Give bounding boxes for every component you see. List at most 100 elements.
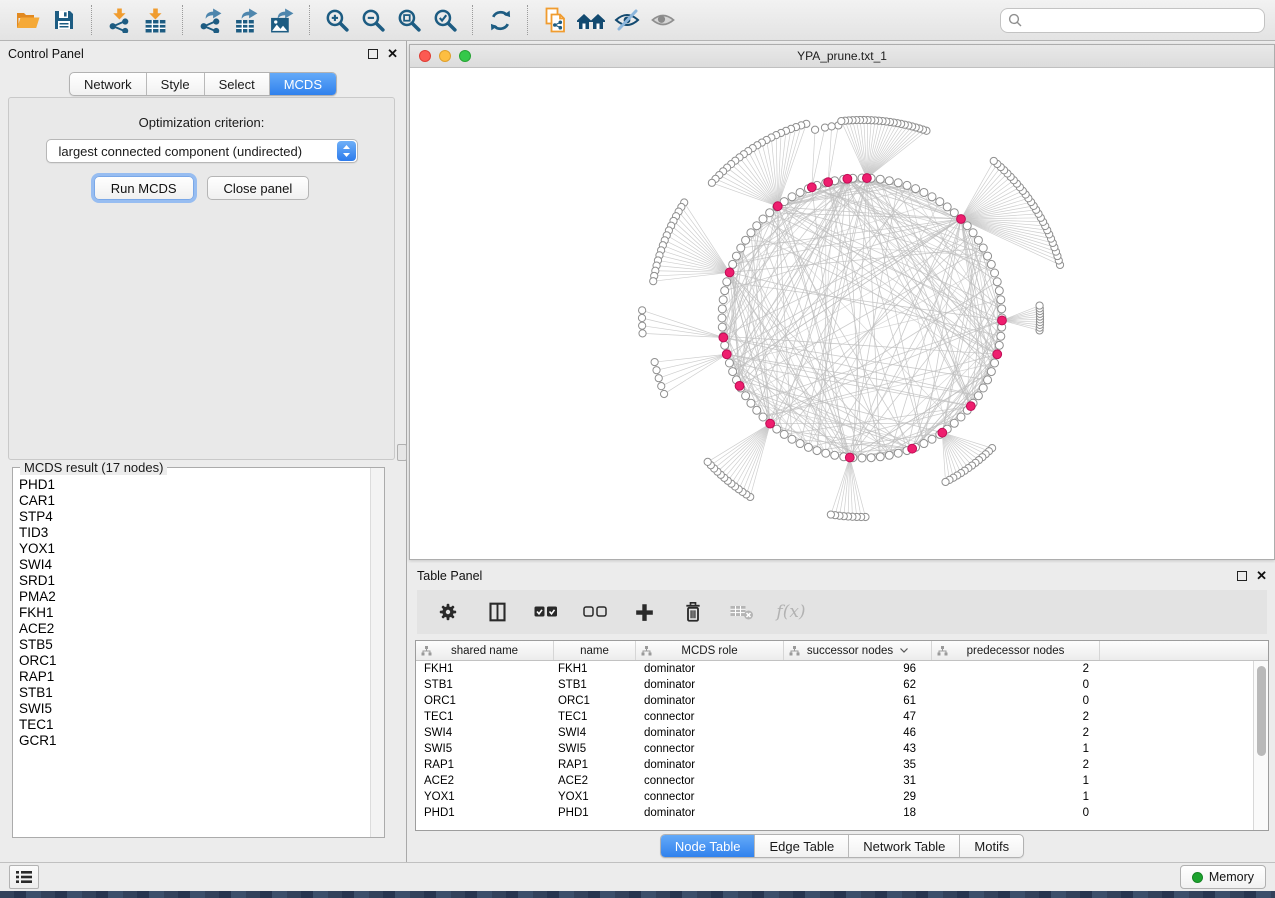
result-node-item[interactable]: RAP1 [19, 669, 364, 685]
result-node-item[interactable]: FKH1 [19, 605, 364, 621]
result-node-item[interactable]: STP4 [19, 509, 364, 525]
table-cell[interactable]: dominator [636, 725, 784, 741]
search-input[interactable] [1027, 13, 1257, 27]
result-node-item[interactable]: STB5 [19, 637, 364, 653]
table-cell[interactable]: PHD1 [554, 805, 636, 821]
close-panel-button[interactable]: Close panel [207, 176, 310, 200]
close-panel-icon[interactable]: ✕ [387, 49, 398, 59]
table-settings-button[interactable] [435, 599, 461, 625]
table-cell[interactable]: YOX1 [416, 789, 554, 805]
column-header-shared-name[interactable]: shared name [416, 641, 554, 660]
tab-motifs[interactable]: Motifs [960, 835, 1023, 857]
table-row[interactable]: ORC1ORC1dominator610 [416, 693, 1253, 709]
result-node-item[interactable]: STB1 [19, 685, 364, 701]
table-cell[interactable]: 62 [784, 677, 932, 693]
tab-network[interactable]: Network [70, 73, 147, 95]
result-node-item[interactable]: SRD1 [19, 573, 364, 589]
table-row[interactable]: TEC1TEC1connector472 [416, 709, 1253, 725]
table-cell[interactable]: ORC1 [554, 693, 636, 709]
table-cell[interactable]: dominator [636, 805, 784, 821]
table-cell[interactable]: 1 [932, 789, 1100, 805]
table-cell[interactable]: 0 [932, 693, 1100, 709]
table-cell[interactable]: YOX1 [554, 789, 636, 805]
table-cell[interactable]: dominator [636, 677, 784, 693]
table-cell[interactable]: 96 [784, 661, 932, 677]
table-cell[interactable]: connector [636, 789, 784, 805]
table-cell[interactable]: ACE2 [554, 773, 636, 789]
table-cell[interactable]: 35 [784, 757, 932, 773]
import-table-button[interactable] [137, 3, 173, 37]
tab-edge-table[interactable]: Edge Table [755, 835, 849, 857]
zoom-fit-button[interactable] [391, 3, 427, 37]
table-cell[interactable]: SWI4 [416, 725, 554, 741]
table-cell[interactable]: dominator [636, 661, 784, 677]
table-cell[interactable]: 2 [932, 757, 1100, 773]
add-column-button[interactable] [631, 599, 657, 625]
table-cell[interactable]: 31 [784, 773, 932, 789]
memory-button[interactable]: Memory [1180, 865, 1266, 889]
result-node-item[interactable]: ACE2 [19, 621, 364, 637]
table-cell[interactable]: ACE2 [416, 773, 554, 789]
table-row[interactable]: FKH1FKH1dominator962 [416, 661, 1253, 677]
zoom-in-button[interactable] [319, 3, 355, 37]
result-node-item[interactable]: CAR1 [19, 493, 364, 509]
result-node-item[interactable]: GCR1 [19, 733, 364, 749]
table-cell[interactable]: connector [636, 709, 784, 725]
select-all-columns-button[interactable] [533, 599, 559, 625]
column-header-name[interactable]: name [554, 641, 636, 660]
table-row[interactable]: SWI4SWI4dominator462 [416, 725, 1253, 741]
table-cell[interactable]: SWI5 [554, 741, 636, 757]
table-cell[interactable]: 46 [784, 725, 932, 741]
result-node-item[interactable]: SWI5 [19, 701, 364, 717]
panel-splitter-grip[interactable] [397, 444, 407, 461]
open-file-button[interactable] [10, 3, 46, 37]
import-network-button[interactable] [101, 3, 137, 37]
table-cell[interactable]: ORC1 [416, 693, 554, 709]
table-cell[interactable]: 2 [932, 661, 1100, 677]
result-node-item[interactable]: PMA2 [19, 589, 364, 605]
float-panel-icon[interactable] [368, 49, 378, 59]
network-window-titlebar[interactable]: YPA_prune.txt_1 [410, 45, 1274, 68]
table-cell[interactable]: dominator [636, 757, 784, 773]
tab-select[interactable]: Select [205, 73, 270, 95]
table-row[interactable]: PHD1PHD1dominator180 [416, 805, 1253, 821]
table-row[interactable]: STB1STB1dominator620 [416, 677, 1253, 693]
table-cell[interactable]: RAP1 [416, 757, 554, 773]
table-cell[interactable]: 2 [932, 709, 1100, 725]
table-row[interactable]: ACE2ACE2connector311 [416, 773, 1253, 789]
column-header-predecessor-nodes[interactable]: predecessor nodes [932, 641, 1100, 660]
table-cell[interactable]: connector [636, 741, 784, 757]
show-all-button[interactable] [645, 3, 681, 37]
table-cell[interactable]: 61 [784, 693, 932, 709]
table-cell[interactable]: RAP1 [554, 757, 636, 773]
table-cell[interactable]: STB1 [554, 677, 636, 693]
table-cell[interactable]: 0 [932, 677, 1100, 693]
first-neighbors-button[interactable] [573, 3, 609, 37]
table-cell[interactable]: SWI4 [554, 725, 636, 741]
clone-network-button[interactable] [537, 3, 573, 37]
export-network-button[interactable] [192, 3, 228, 37]
delete-columns-button[interactable] [680, 599, 706, 625]
hide-selected-button[interactable] [609, 3, 645, 37]
column-header-MCDS-role[interactable]: MCDS role [636, 641, 784, 660]
result-node-item[interactable]: YOX1 [19, 541, 364, 557]
table-cell[interactable]: 1 [932, 741, 1100, 757]
refresh-view-button[interactable] [482, 3, 518, 37]
float-panel-icon[interactable] [1237, 571, 1247, 581]
zoom-out-button[interactable] [355, 3, 391, 37]
export-table-button[interactable] [228, 3, 264, 37]
tab-network-table[interactable]: Network Table [849, 835, 960, 857]
table-cell[interactable]: 18 [784, 805, 932, 821]
zoom-selected-button[interactable] [427, 3, 463, 37]
search-field[interactable] [1000, 8, 1265, 33]
table-row[interactable]: RAP1RAP1dominator352 [416, 757, 1253, 773]
table-cell[interactable]: 1 [932, 773, 1100, 789]
network-canvas[interactable] [410, 68, 1274, 559]
optimization-criterion-select[interactable]: largest connected component (undirected) [46, 139, 358, 163]
run-mcds-button[interactable]: Run MCDS [94, 176, 194, 200]
table-row[interactable]: YOX1YOX1connector291 [416, 789, 1253, 805]
unselect-all-columns-button[interactable] [582, 599, 608, 625]
table-cell[interactable]: 47 [784, 709, 932, 725]
column-header-successor-nodes[interactable]: successor nodes [784, 641, 932, 660]
table-row[interactable]: SWI5SWI5connector431 [416, 741, 1253, 757]
